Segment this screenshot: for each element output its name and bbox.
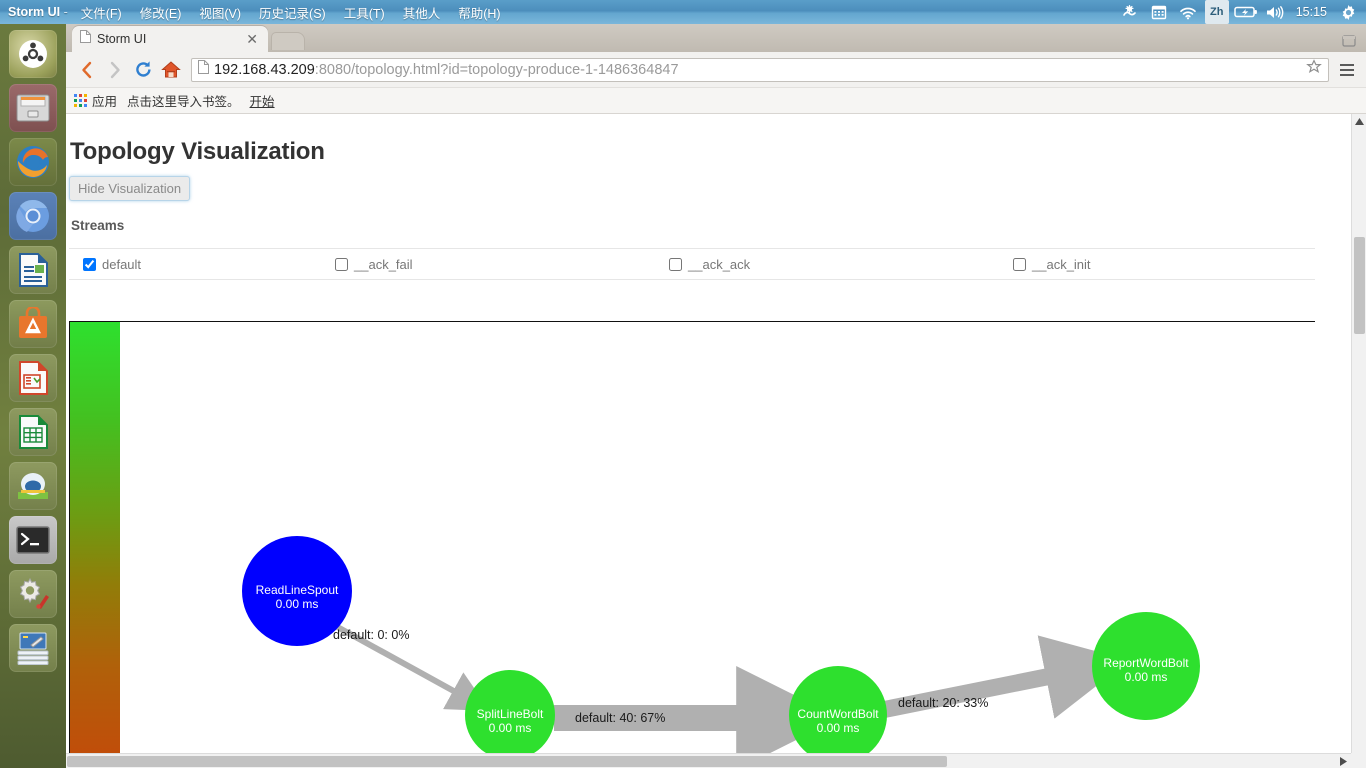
streams-header: Streams bbox=[71, 218, 125, 233]
horizontal-scroll-thumb[interactable] bbox=[67, 756, 947, 767]
topology-graph[interactable] bbox=[70, 322, 1315, 768]
apps-label: 应用 bbox=[92, 95, 118, 109]
menu-view[interactable]: 视图(V) bbox=[190, 1, 250, 24]
stream-toggle-ack-init[interactable]: __ack_init bbox=[1013, 257, 1091, 272]
vertical-scroll-thumb[interactable] bbox=[1354, 237, 1365, 334]
home-icon[interactable] bbox=[158, 57, 184, 83]
scroll-up-icon[interactable] bbox=[1352, 114, 1366, 129]
wifi-icon[interactable] bbox=[1176, 0, 1200, 24]
hide-visualization-button[interactable]: Hide Visualization bbox=[69, 176, 191, 201]
streams-checkbox-row: default __ack_fail __ack_ack __ack_init bbox=[69, 248, 1315, 280]
url-text[interactable]: 192.168.43.209:8080/topology.html?id=top… bbox=[214, 62, 679, 78]
apps-shortcut[interactable]: 应用 bbox=[74, 91, 117, 110]
forward-button bbox=[102, 57, 128, 83]
stream-checkbox-ack-ack[interactable] bbox=[669, 257, 682, 271]
browser-window: Storm UI ✕ 192.168.43.209:8080/topology.… bbox=[66, 24, 1366, 768]
tab-title: Storm UI bbox=[97, 32, 147, 46]
scroll-right-icon[interactable] bbox=[1336, 754, 1351, 769]
app-menubar: 文件(F) 修改(E) 视图(V) 历史记录(S) 工具(T) 其他人 帮助(H… bbox=[72, 1, 510, 24]
tab-storm-ui[interactable]: Storm UI ✕ bbox=[72, 26, 268, 52]
url-host: 192.168.43.209 bbox=[214, 61, 315, 78]
stream-checkbox-default[interactable] bbox=[83, 257, 96, 271]
vertical-scrollbar[interactable] bbox=[1351, 114, 1366, 768]
reload-icon[interactable] bbox=[130, 57, 156, 83]
unity-launcher bbox=[0, 24, 66, 768]
input-method-indicator[interactable]: Zh bbox=[1204, 0, 1229, 24]
menu-tools[interactable]: 工具(T) bbox=[335, 1, 394, 24]
menu-edit[interactable]: 修改(E) bbox=[131, 1, 191, 24]
calendar-icon[interactable] bbox=[1147, 0, 1171, 24]
libreoffice-writer-icon[interactable] bbox=[9, 246, 57, 294]
storm-ui-page: Topology Visualization Hide Visualizatio… bbox=[66, 114, 1351, 768]
close-icon[interactable]: ✕ bbox=[244, 32, 260, 46]
ubuntu-software-icon[interactable] bbox=[9, 300, 57, 348]
new-tab-button[interactable] bbox=[271, 32, 305, 50]
battery-icon[interactable] bbox=[1233, 0, 1258, 24]
import-bookmarks-hint: 点击这里导入书签。 bbox=[127, 95, 240, 109]
system-tray: Zh 15:15 bbox=[1118, 0, 1366, 24]
horizontal-scrollbar[interactable] bbox=[66, 753, 1351, 768]
edge-label-countwordbolt-reportwordbolt: default: 20: 33% bbox=[898, 696, 989, 710]
bookmark-start[interactable]: 开始 bbox=[250, 91, 275, 110]
page-viewport: Topology Visualization Hide Visualizatio… bbox=[66, 114, 1366, 768]
stream-toggle-default[interactable]: default bbox=[69, 257, 335, 272]
node-countwordbolt[interactable] bbox=[789, 666, 887, 764]
browser-menu-button[interactable] bbox=[1336, 57, 1358, 83]
firefox-icon[interactable] bbox=[9, 138, 57, 186]
libreoffice-calc-icon[interactable] bbox=[9, 408, 57, 456]
bookmark-star-icon[interactable] bbox=[1306, 59, 1322, 80]
ubuntu-dash-icon[interactable] bbox=[9, 30, 57, 78]
browser-toolbar: 192.168.43.209:8080/topology.html?id=top… bbox=[66, 52, 1366, 88]
url-path: :8080/topology.html?id=topology-produce-… bbox=[314, 61, 679, 78]
terminal-icon[interactable] bbox=[9, 516, 57, 564]
volume-icon[interactable] bbox=[1263, 0, 1287, 24]
edge-label-readlinespout-splitlinebolt: default: 0: 0% bbox=[333, 628, 410, 642]
menu-history[interactable]: 历史记录(S) bbox=[250, 1, 335, 24]
stream-toggle-ack-ack[interactable]: __ack_ack bbox=[669, 257, 1013, 272]
stream-label-default: default bbox=[102, 256, 142, 272]
stream-checkbox-ack-fail[interactable] bbox=[335, 257, 348, 271]
clock[interactable]: 15:15 bbox=[1292, 5, 1331, 19]
stream-label-ack-ack: __ack_ack bbox=[688, 256, 751, 272]
topology-visualization-canvas[interactable]: ReadLineSpout 0.00 ms SplitLineBolt 0.00… bbox=[69, 321, 1315, 768]
node-reportwordbolt[interactable] bbox=[1092, 612, 1200, 720]
stream-label-ack-init: __ack_init bbox=[1032, 256, 1091, 272]
stream-checkbox-ack-init[interactable] bbox=[1013, 257, 1026, 271]
files-icon[interactable] bbox=[9, 84, 57, 132]
apps-grid-icon bbox=[74, 94, 87, 107]
libreoffice-impress-icon[interactable] bbox=[9, 354, 57, 402]
software-center-icon[interactable] bbox=[9, 462, 57, 510]
stream-label-ack-fail: __ack_fail bbox=[354, 256, 413, 272]
window-controls[interactable] bbox=[1340, 34, 1366, 52]
menu-file[interactable]: 文件(F) bbox=[72, 1, 131, 24]
page-title: Topology Visualization bbox=[70, 138, 325, 165]
system-settings-icon[interactable] bbox=[9, 570, 57, 618]
stream-toggle-ack-fail[interactable]: __ack_fail bbox=[335, 257, 669, 272]
gear-icon[interactable] bbox=[1336, 0, 1360, 24]
address-bar[interactable]: 192.168.43.209:8080/topology.html?id=top… bbox=[191, 57, 1329, 82]
unity-top-panel: Storm UI - 文件(F) 修改(E) 视图(V) 历史记录(S) 工具(… bbox=[0, 0, 1366, 24]
bookmarks-bar: 应用 点击这里导入书签。 开始 bbox=[66, 88, 1366, 114]
sync-icon[interactable] bbox=[1118, 0, 1142, 24]
edge-label-splitlinebolt-countwordbolt: default: 40: 67% bbox=[575, 711, 666, 725]
window-title: Storm UI - bbox=[8, 5, 68, 19]
menu-people[interactable]: 其他人 bbox=[394, 1, 450, 24]
chromium-icon[interactable] bbox=[9, 192, 57, 240]
scrollbar-corner bbox=[1351, 753, 1366, 768]
back-button[interactable] bbox=[74, 57, 100, 83]
tab-strip: Storm UI ✕ bbox=[66, 24, 1366, 52]
workspace-switcher-icon[interactable] bbox=[9, 624, 57, 672]
menu-help[interactable]: 帮助(H) bbox=[449, 1, 509, 24]
page-info-icon[interactable] bbox=[198, 60, 209, 79]
node-splitlinebolt[interactable] bbox=[465, 670, 555, 760]
page-favicon-icon bbox=[80, 30, 91, 48]
